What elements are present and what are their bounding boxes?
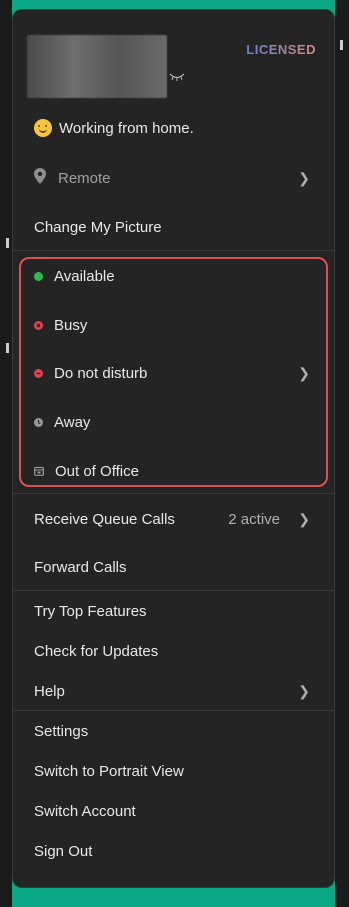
away-clock-icon [34, 417, 43, 427]
receive-queue-calls-item[interactable]: Receive Queue Calls 2 active ❯ [13, 499, 334, 539]
dnd-minus-icon [34, 368, 43, 378]
forward-calls-item[interactable]: Forward Calls [13, 547, 334, 587]
chevron-right-icon: ❯ [298, 682, 310, 699]
hidden-eye-icon [169, 70, 185, 84]
status-label: Out of Office [55, 462, 139, 480]
change-picture-label: Change My Picture [34, 218, 162, 236]
status-out-of-office[interactable]: Out of Office [13, 451, 334, 491]
available-dot-icon [34, 271, 43, 281]
menu-label: Try Top Features [34, 602, 147, 620]
menu-label: Switch to Portrait View [34, 762, 184, 780]
smile-emoji-icon [34, 119, 52, 137]
menu-label: Settings [34, 722, 89, 740]
background-window-right [335, 0, 349, 907]
status-away[interactable]: Away [13, 402, 334, 442]
status-message-text: Working from home. [59, 119, 194, 137]
try-top-features-item[interactable]: Try Top Features [13, 591, 334, 631]
calendar-icon [34, 463, 44, 480]
location-pin-icon [34, 168, 46, 188]
license-badge: LICENSED [246, 42, 316, 57]
divider [13, 493, 334, 494]
queue-active-count: 2 active [228, 510, 280, 528]
switch-account-item[interactable]: Switch Account [13, 791, 334, 831]
change-picture-item[interactable]: Change My Picture [13, 207, 334, 247]
status-do-not-disturb[interactable]: Do not disturb ❯ [13, 353, 334, 393]
menu-label: Help [34, 682, 65, 700]
profile-header[interactable]: LICENSED [13, 10, 334, 110]
status-label: Busy [54, 316, 88, 334]
check-updates-item[interactable]: Check for Updates [13, 631, 334, 671]
menu-label: Switch Account [34, 802, 136, 820]
background-text-fragment [6, 238, 9, 248]
forward-calls-label: Forward Calls [34, 558, 127, 576]
chevron-right-icon: ❯ [298, 510, 310, 527]
location-item[interactable]: Remote ❯ [13, 158, 334, 198]
status-label: Do not disturb [54, 364, 148, 382]
status-message[interactable]: Working from home. [13, 108, 334, 148]
status-label: Available [54, 267, 115, 285]
menu-label: Check for Updates [34, 642, 159, 660]
profile-name-redacted [27, 35, 167, 98]
menu-label: Sign Out [34, 842, 93, 860]
profile-menu: LICENSED Working from home. Remote ❯ Cha… [12, 9, 335, 888]
status-busy[interactable]: Busy [13, 305, 334, 345]
settings-item[interactable]: Settings [13, 711, 334, 751]
chevron-right-icon: ❯ [298, 364, 310, 381]
sign-out-item[interactable]: Sign Out [13, 831, 334, 871]
busy-x-icon [34, 320, 43, 330]
queue-label: Receive Queue Calls [34, 510, 175, 528]
background-text-fragment [340, 40, 343, 50]
help-item[interactable]: Help ❯ [13, 671, 334, 711]
portrait-view-item[interactable]: Switch to Portrait View [13, 751, 334, 791]
status-label: Away [54, 413, 91, 431]
chevron-right-icon: ❯ [298, 169, 310, 186]
background-window-left [0, 0, 12, 907]
location-label: Remote [58, 169, 111, 187]
status-available[interactable]: Available [13, 256, 334, 296]
background-text-fragment [6, 343, 9, 353]
divider [13, 250, 334, 251]
